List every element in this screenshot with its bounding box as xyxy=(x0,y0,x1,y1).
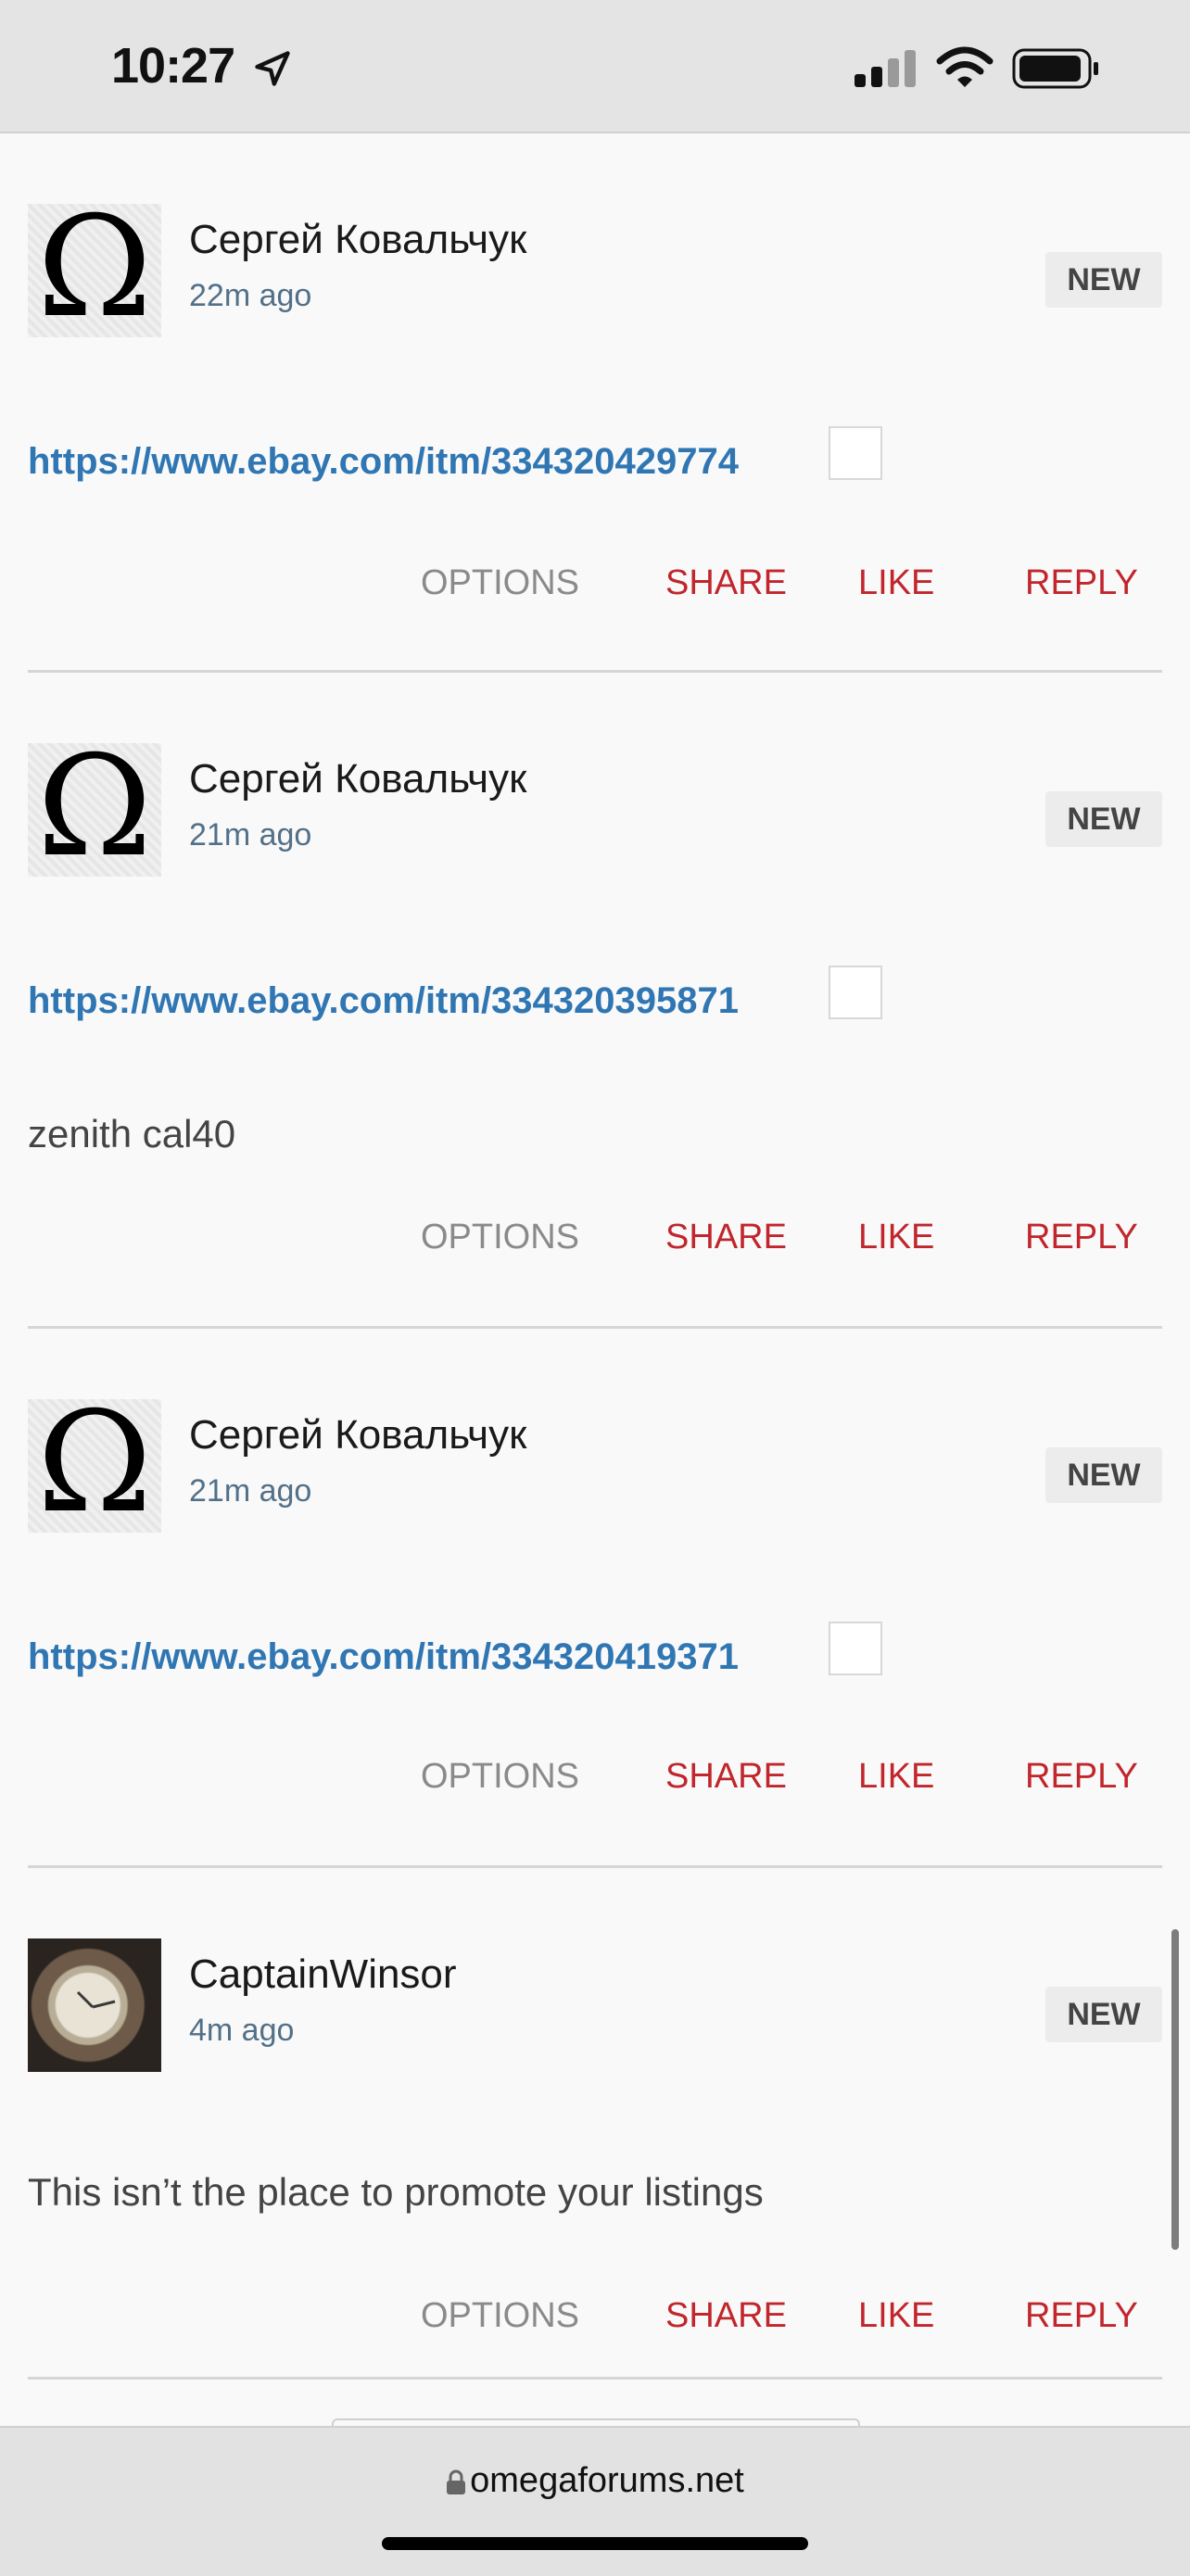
post-time[interactable]: 22m ago xyxy=(189,278,311,314)
share-button[interactable]: SHARE xyxy=(665,1757,787,1797)
post-actions: OPTIONS SHARE LIKE REPLY xyxy=(421,1757,1162,1812)
post-link[interactable]: https://www.ebay.com/itm/334320395871 xyxy=(28,980,739,1022)
avatar[interactable] xyxy=(28,1938,161,2072)
battery-icon xyxy=(1012,48,1098,89)
like-button[interactable]: LIKE xyxy=(858,2296,934,2336)
share-button[interactable]: SHARE xyxy=(665,1218,787,1257)
status-bar: 10:27 xyxy=(0,0,1190,133)
options-button[interactable]: OPTIONS xyxy=(421,2296,579,2336)
avatar[interactable]: Ω xyxy=(28,743,161,877)
post-author[interactable]: Сергей Ковальчук xyxy=(189,1412,526,1458)
new-badge: NEW xyxy=(1045,791,1162,847)
wifi-icon xyxy=(936,46,994,87)
lock-icon xyxy=(447,2469,466,2494)
cellular-signal-icon xyxy=(855,50,916,87)
options-button[interactable]: OPTIONS xyxy=(421,1218,579,1257)
link-thumbnail[interactable] xyxy=(829,1622,882,1675)
like-button[interactable]: LIKE xyxy=(858,1757,934,1797)
post-time[interactable]: 21m ago xyxy=(189,1473,311,1509)
reply-button[interactable]: REPLY xyxy=(1025,1218,1138,1257)
watch-photo-icon xyxy=(76,1990,116,2009)
browser-bottom-bar xyxy=(0,2426,1190,2576)
omega-logo-icon: Ω xyxy=(36,1399,153,1533)
scrollbar[interactable] xyxy=(1171,1929,1179,2250)
post-author[interactable]: Сергей Ковальчук xyxy=(189,217,526,263)
post-actions: OPTIONS SHARE LIKE REPLY xyxy=(421,1218,1162,1273)
post-time[interactable]: 21m ago xyxy=(189,817,311,853)
omega-logo-icon: Ω xyxy=(36,743,153,877)
options-button[interactable]: OPTIONS xyxy=(421,563,579,603)
avatar[interactable]: Ω xyxy=(28,1399,161,1533)
new-badge: NEW xyxy=(1045,252,1162,308)
reply-button[interactable]: REPLY xyxy=(1025,1757,1138,1797)
post-author[interactable]: Сергей Ковальчук xyxy=(189,756,526,802)
post-link[interactable]: https://www.ebay.com/itm/334320419371 xyxy=(28,1636,739,1678)
post-text: zenith cal40 xyxy=(28,1112,236,1155)
like-button[interactable]: LIKE xyxy=(858,563,934,603)
post-text: This isn’t the place to promote your lis… xyxy=(28,2170,764,2214)
post-actions: OPTIONS SHARE LIKE REPLY xyxy=(421,563,1162,619)
new-badge: NEW xyxy=(1045,1447,1162,1503)
reply-button[interactable]: REPLY xyxy=(1025,563,1138,603)
options-button[interactable]: OPTIONS xyxy=(421,1757,579,1797)
link-thumbnail[interactable] xyxy=(829,966,882,1019)
post-divider xyxy=(28,1865,1162,1868)
share-button[interactable]: SHARE xyxy=(665,563,787,603)
post-divider xyxy=(28,2377,1162,2380)
post-divider xyxy=(28,670,1162,673)
share-button[interactable]: SHARE xyxy=(665,2296,787,2336)
omega-logo-icon: Ω xyxy=(36,204,153,337)
reply-button[interactable]: REPLY xyxy=(1025,2296,1138,2336)
location-arrow-icon xyxy=(255,51,290,86)
home-indicator[interactable] xyxy=(382,2537,808,2550)
post-time[interactable]: 4m ago xyxy=(189,2013,294,2049)
post-author[interactable]: CaptainWinsor xyxy=(189,1951,457,1998)
status-time: 10:27 xyxy=(111,38,235,94)
url-bar[interactable]: omegaforums.net xyxy=(0,2461,1190,2501)
new-badge: NEW xyxy=(1045,1987,1162,2042)
post-actions: OPTIONS SHARE LIKE REPLY xyxy=(421,2296,1162,2352)
avatar[interactable]: Ω xyxy=(28,204,161,337)
post-link[interactable]: https://www.ebay.com/itm/334320429774 xyxy=(28,441,739,483)
like-button[interactable]: LIKE xyxy=(858,1218,934,1257)
url-text: omegaforums.net xyxy=(470,2461,744,2500)
link-thumbnail[interactable] xyxy=(829,426,882,480)
post-divider xyxy=(28,1326,1162,1329)
